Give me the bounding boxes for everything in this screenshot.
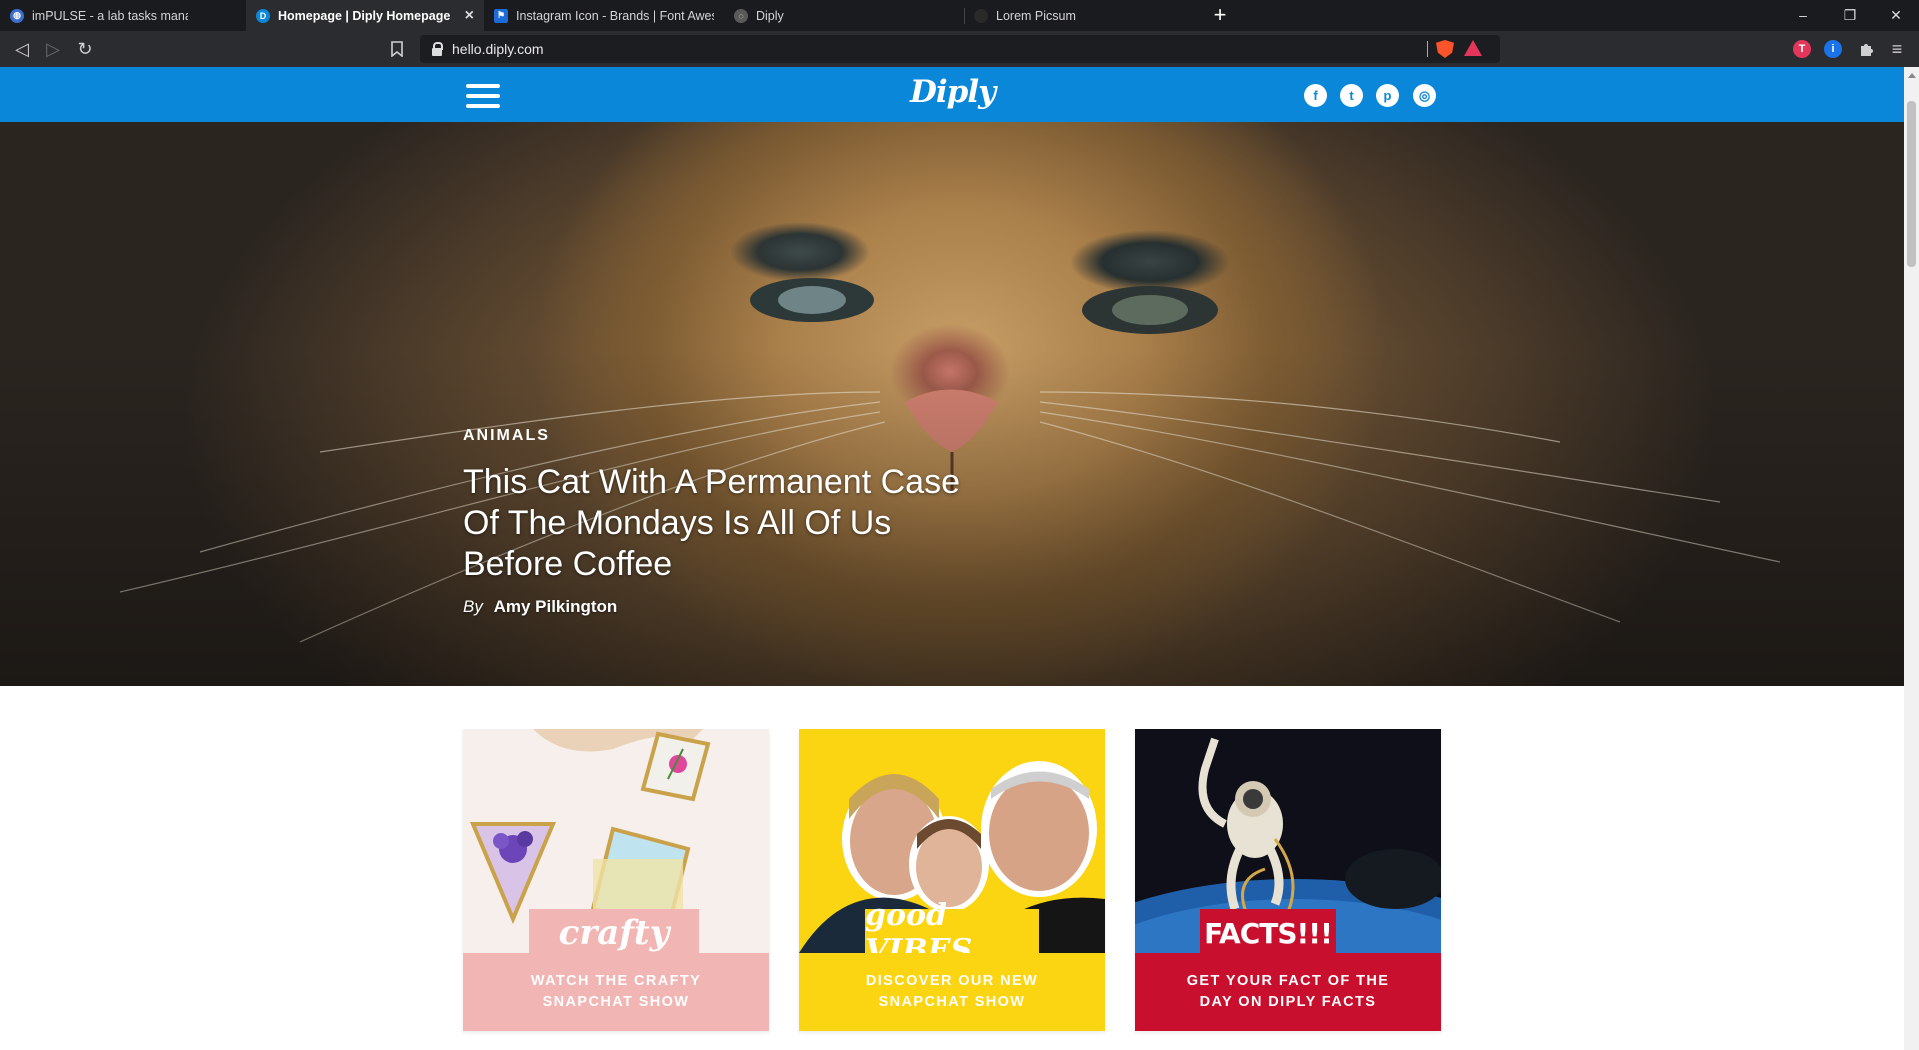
- bookmark-icon: [391, 41, 403, 58]
- lock-icon: [432, 42, 443, 56]
- hero-category[interactable]: ANIMALS: [463, 427, 550, 445]
- brave-shields-icon[interactable]: [1436, 40, 1454, 58]
- reload-button[interactable]: ↻: [73, 37, 97, 61]
- extensions-puzzle-icon[interactable]: [1855, 37, 1879, 61]
- extension-t-icon[interactable]: T: [1793, 40, 1811, 58]
- font-awesome-favicon-icon: ⚑: [494, 8, 508, 23]
- minimize-button[interactable]: –: [1780, 0, 1826, 31]
- crafty-badge: crafty: [529, 909, 699, 957]
- tab-instagram-icon[interactable]: ⚑ Instagram Icon - Brands | Font Awesor: [484, 0, 724, 31]
- new-tab-button[interactable]: +: [1208, 3, 1232, 27]
- tab-title: Instagram Icon - Brands | Font Awesor: [516, 8, 714, 23]
- facts-card[interactable]: FACTS!!! GET YOUR FACT OF THE DAY ON DIP…: [1135, 729, 1441, 1031]
- forward-button[interactable]: ▷: [41, 37, 65, 61]
- close-window-button[interactable]: ✕: [1873, 0, 1919, 31]
- hero-title[interactable]: This Cat With A Permanent Case Of The Mo…: [463, 462, 983, 585]
- url-text[interactable]: hello.diply.com: [452, 41, 544, 57]
- hero-byline: By Amy Pilkington: [463, 597, 617, 617]
- address-bar[interactable]: hello.diply.com: [420, 35, 1500, 63]
- page-scrollbar[interactable]: [1904, 67, 1919, 1050]
- hamburger-menu-icon[interactable]: [466, 84, 500, 108]
- globe-favicon-icon: ◌: [734, 8, 748, 23]
- tab-impulse[interactable]: ◍ imPULSE - a lab tasks management ap: [0, 0, 198, 31]
- facebook-icon[interactable]: f: [1304, 84, 1327, 107]
- facts-badge: FACTS!!!: [1200, 909, 1336, 957]
- diply-favicon-icon: D: [256, 8, 270, 23]
- tab-lorem-picsum[interactable]: Lorem Picsum: [964, 0, 1204, 31]
- tab-title: imPULSE - a lab tasks management ap: [32, 8, 188, 23]
- bookmark-button[interactable]: [385, 37, 409, 61]
- scrollbar-thumb[interactable]: [1907, 101, 1916, 267]
- page-viewport: Diply f t p ◎ ANIMALS This Cat With A Pe…: [0, 67, 1904, 1050]
- tab-strip: ◍ imPULSE - a lab tasks management ap D …: [0, 0, 1919, 31]
- byline-prefix: By: [463, 597, 483, 616]
- tab-title: Diply: [756, 8, 784, 23]
- tab-diply-homepage[interactable]: D Homepage | Diply Homepage ×: [246, 0, 484, 31]
- close-tab-icon[interactable]: ×: [465, 7, 474, 25]
- promo-cards: crafty WATCH THE CRAFTY SNAPCHAT SHOW go…: [0, 729, 1904, 1050]
- byline-author[interactable]: Amy Pilkington: [494, 597, 618, 616]
- good-vibes-caption[interactable]: DISCOVER OUR NEW SNAPCHAT SHOW: [799, 953, 1105, 1031]
- url-divider: [1427, 41, 1428, 57]
- tab-title: Homepage | Diply Homepage: [278, 8, 451, 23]
- instagram-icon[interactable]: ◎: [1413, 84, 1436, 107]
- browser-toolbar: ◁ ▷ ↻ hello.diply.com T i ≡: [0, 31, 1919, 67]
- lorem-picsum-favicon-icon: [974, 8, 988, 23]
- good-vibes-card[interactable]: good VIBES DISCOVER OUR NEW SNAPCHAT SHO…: [799, 729, 1105, 1031]
- good-vibes-badge: good VIBES: [865, 898, 1039, 968]
- diply-logo[interactable]: Diply: [910, 74, 996, 114]
- main-menu-button[interactable]: ≡: [1885, 37, 1909, 61]
- crafty-caption[interactable]: WATCH THE CRAFTY SNAPCHAT SHOW: [463, 953, 769, 1031]
- extension-1password-icon[interactable]: i: [1824, 40, 1842, 58]
- hero-overlay: [0, 122, 1904, 686]
- restore-button[interactable]: ❐: [1827, 0, 1873, 31]
- site-header: Diply f t p ◎: [0, 67, 1904, 122]
- scroll-up-arrow-icon[interactable]: [1908, 73, 1916, 78]
- hero-article[interactable]: ANIMALS This Cat With A Permanent Case O…: [0, 122, 1904, 686]
- twitter-icon[interactable]: t: [1340, 84, 1363, 107]
- pinterest-icon[interactable]: p: [1376, 84, 1399, 107]
- impulse-favicon-icon: ◍: [10, 8, 24, 23]
- puzzle-icon: [1861, 44, 1873, 56]
- back-button[interactable]: ◁: [10, 37, 34, 61]
- crafty-card[interactable]: crafty WATCH THE CRAFTY SNAPCHAT SHOW: [463, 729, 769, 1031]
- tab-title: Lorem Picsum: [996, 8, 1076, 23]
- brave-rewards-icon[interactable]: [1464, 40, 1482, 56]
- facts-caption[interactable]: GET YOUR FACT OF THE DAY ON DIPLY FACTS: [1135, 953, 1441, 1031]
- tab-diply[interactable]: ◌ Diply: [724, 0, 964, 31]
